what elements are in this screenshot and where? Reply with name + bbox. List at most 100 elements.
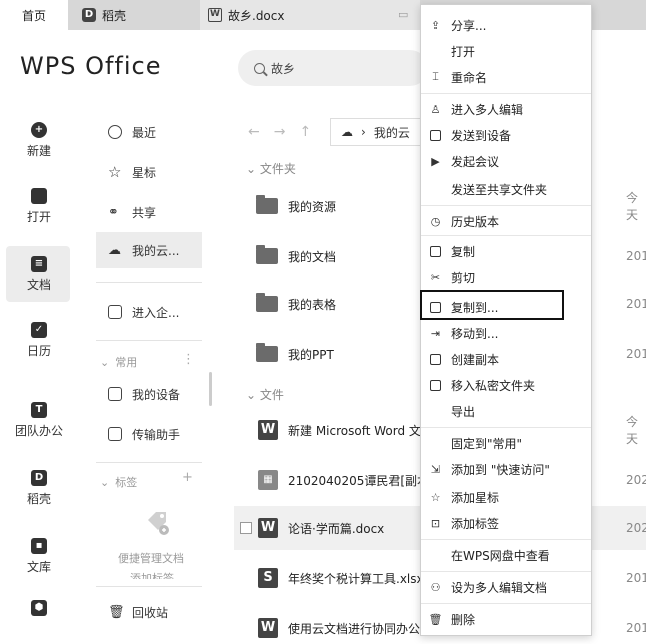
add-tag-icon[interactable]: + bbox=[182, 470, 193, 485]
plus-icon: + bbox=[31, 122, 47, 138]
building-icon bbox=[108, 305, 122, 319]
menu-item-multi-edit[interactable]: ♙ 进入多人编辑 bbox=[421, 97, 591, 121]
spreadsheet-icon: ▦ bbox=[258, 470, 278, 490]
menu-item-label: 在WPS网盘中查看 bbox=[451, 548, 550, 563]
history-icon: ◷ bbox=[430, 214, 441, 228]
rail-team-label: 团队办公 bbox=[14, 424, 63, 438]
sidebar-item-recycle[interactable]: 🗑 回收站 bbox=[108, 602, 168, 622]
up-arrow-icon[interactable]: ↑ bbox=[299, 124, 311, 140]
rail-docs[interactable]: ≡ 文档 bbox=[0, 256, 78, 293]
sidebar-item-transfer[interactable]: 传输助手 bbox=[108, 424, 180, 444]
row-checkbox[interactable] bbox=[240, 522, 252, 534]
rail-open[interactable]: 打开 bbox=[0, 188, 78, 225]
screen-icon[interactable]: ▭ bbox=[398, 8, 412, 22]
back-arrow-icon[interactable]: ← bbox=[248, 124, 260, 140]
tab-home-label: 首页 bbox=[21, 8, 46, 23]
group-tags[interactable]: ⌄ 标签 bbox=[100, 474, 137, 490]
scissors-icon: ✂ bbox=[430, 270, 441, 284]
menu-item-send-device[interactable]: 发送到设备 bbox=[421, 123, 591, 147]
menu-item-send-shared[interactable]: 发送至共享文件夹 bbox=[421, 177, 591, 201]
forward-arrow-icon[interactable]: → bbox=[274, 124, 286, 140]
app-icon: ⬢ bbox=[31, 600, 47, 616]
search-value: 故乡 bbox=[271, 61, 296, 76]
device-icon bbox=[429, 129, 442, 142]
sidebar-item-my-device[interactable]: 我的设备 bbox=[108, 384, 180, 404]
menu-item-rename[interactable]: ⌶ 重命名 bbox=[421, 65, 591, 89]
file-date: 今天 bbox=[626, 191, 639, 222]
menu-separator bbox=[421, 235, 591, 236]
move-icon: ⇥ bbox=[430, 326, 441, 340]
rail-new[interactable]: + 新建 bbox=[0, 122, 78, 159]
menu-item-add-tag[interactable]: ⊡ 添加标签 bbox=[421, 511, 591, 535]
sidebar-item-label: 回收站 bbox=[132, 605, 169, 620]
menu-item-move-to[interactable]: ⇥ 移动到... bbox=[421, 321, 591, 345]
sidebar-item-mycloud[interactable]: ☁ 我的云... bbox=[108, 240, 179, 260]
rail-library[interactable]: ▪ 文库 bbox=[0, 538, 78, 575]
multi-user-icon: ♙ bbox=[430, 102, 441, 116]
rail-wk[interactable]: D 稻壳 bbox=[0, 470, 78, 507]
app-logo: WPS Office bbox=[20, 52, 162, 80]
menu-item-label: 添加到 "快速访问" bbox=[451, 462, 550, 477]
menu-item-cut[interactable]: ✂ 剪切 bbox=[421, 265, 591, 289]
star-icon: ☆ bbox=[108, 163, 122, 181]
wk-logo-icon: D bbox=[82, 8, 96, 22]
search-input[interactable]: 故乡 bbox=[238, 50, 428, 86]
sidebar-divider bbox=[96, 462, 202, 463]
sidebar-item-label: 我的云... bbox=[132, 243, 180, 258]
sidebar-divider bbox=[96, 340, 202, 341]
file-name: 论语·学而篇.docx bbox=[288, 521, 385, 536]
sidebar-item-label: 共享 bbox=[132, 205, 157, 220]
folder-icon bbox=[256, 343, 278, 362]
lock-folder-icon bbox=[429, 379, 442, 392]
device-icon bbox=[108, 387, 122, 401]
trash-icon: 🗑 bbox=[428, 612, 443, 626]
sidebar-scrollbar[interactable] bbox=[209, 372, 212, 406]
tab-doc-label: 故乡.docx bbox=[228, 8, 285, 23]
menu-item-duplicate[interactable]: 创建副本 bbox=[421, 347, 591, 371]
search-icon bbox=[254, 62, 265, 74]
file-name: 我的文档 bbox=[288, 249, 337, 264]
menu-item-label: 复制 bbox=[451, 244, 476, 259]
rail-team[interactable]: T 团队办公 bbox=[0, 402, 78, 439]
meeting-icon: ▶ bbox=[431, 154, 440, 168]
sidebar-item-enterprise[interactable]: 进入企... bbox=[108, 302, 179, 322]
menu-item-quick-access[interactable]: ⇲ 添加到 "快速访问" bbox=[421, 457, 591, 481]
menu-item-label: 固定到"常用" bbox=[451, 436, 523, 451]
menu-item-add-star[interactable]: ☆ 添加星标 bbox=[421, 485, 591, 509]
file-date: 今天 bbox=[626, 415, 639, 446]
menu-item-export[interactable]: 导出 bbox=[421, 399, 591, 423]
section-files[interactable]: ⌄ 文件 bbox=[246, 386, 284, 403]
tab-home[interactable]: 首页 bbox=[0, 0, 68, 30]
section-folders[interactable]: ⌄ 文件夹 bbox=[246, 160, 296, 177]
group-common[interactable]: ⌄ 常用 bbox=[100, 354, 137, 370]
tab-wk[interactable]: D 稻壳 bbox=[70, 0, 190, 30]
tab-document[interactable]: W 故乡.docx bbox=[200, 0, 420, 30]
menu-item-share[interactable]: ⇪ 分享... bbox=[421, 13, 591, 37]
menu-item-label: 添加星标 bbox=[451, 490, 500, 505]
menu-item-label: 移入私密文件夹 bbox=[451, 378, 536, 393]
menu-item-history[interactable]: ◷ 历史版本 bbox=[421, 209, 591, 233]
menu-item-meeting[interactable]: ▶ 发起会议 bbox=[421, 149, 591, 173]
menu-item-move-private[interactable]: 移入私密文件夹 bbox=[421, 373, 591, 397]
file-name: 新建 Microsoft Word 文 bbox=[288, 423, 421, 438]
sidebar-item-starred[interactable]: ☆ 星标 bbox=[108, 162, 156, 182]
wk-icon: D bbox=[31, 470, 47, 486]
sidebar-item-recent[interactable]: 最近 bbox=[108, 122, 156, 142]
transfer-icon bbox=[108, 427, 122, 441]
file-name: 2102040205谭民君[副本 bbox=[288, 473, 430, 488]
more-icon[interactable]: ⋮ bbox=[182, 352, 195, 367]
menu-item-pin-common[interactable]: 固定到"常用" bbox=[421, 431, 591, 455]
menu-item-set-multi[interactable]: ⚇ 设为多人编辑文档 bbox=[421, 575, 591, 599]
menu-item-delete[interactable]: 🗑 删除 bbox=[421, 607, 591, 631]
folder-icon bbox=[256, 245, 278, 264]
rail-calendar[interactable]: ✓ 日历 bbox=[0, 322, 78, 359]
rail-calendar-label: 日历 bbox=[26, 344, 51, 358]
file-name: 使用云文档进行协同办公 bbox=[288, 621, 421, 636]
sidebar-item-shared[interactable]: ⚭ 共享 bbox=[108, 202, 156, 222]
rail-more[interactable]: ⬢ bbox=[0, 600, 78, 616]
breadcrumb[interactable]: ☁ › 我的云 bbox=[330, 118, 430, 146]
menu-item-open[interactable]: 打开 bbox=[421, 39, 591, 63]
menu-item-copy[interactable]: 复制 bbox=[421, 239, 591, 263]
menu-item-view-drive[interactable]: 在WPS网盘中查看 bbox=[421, 543, 591, 567]
calendar-icon: ✓ bbox=[31, 322, 47, 338]
